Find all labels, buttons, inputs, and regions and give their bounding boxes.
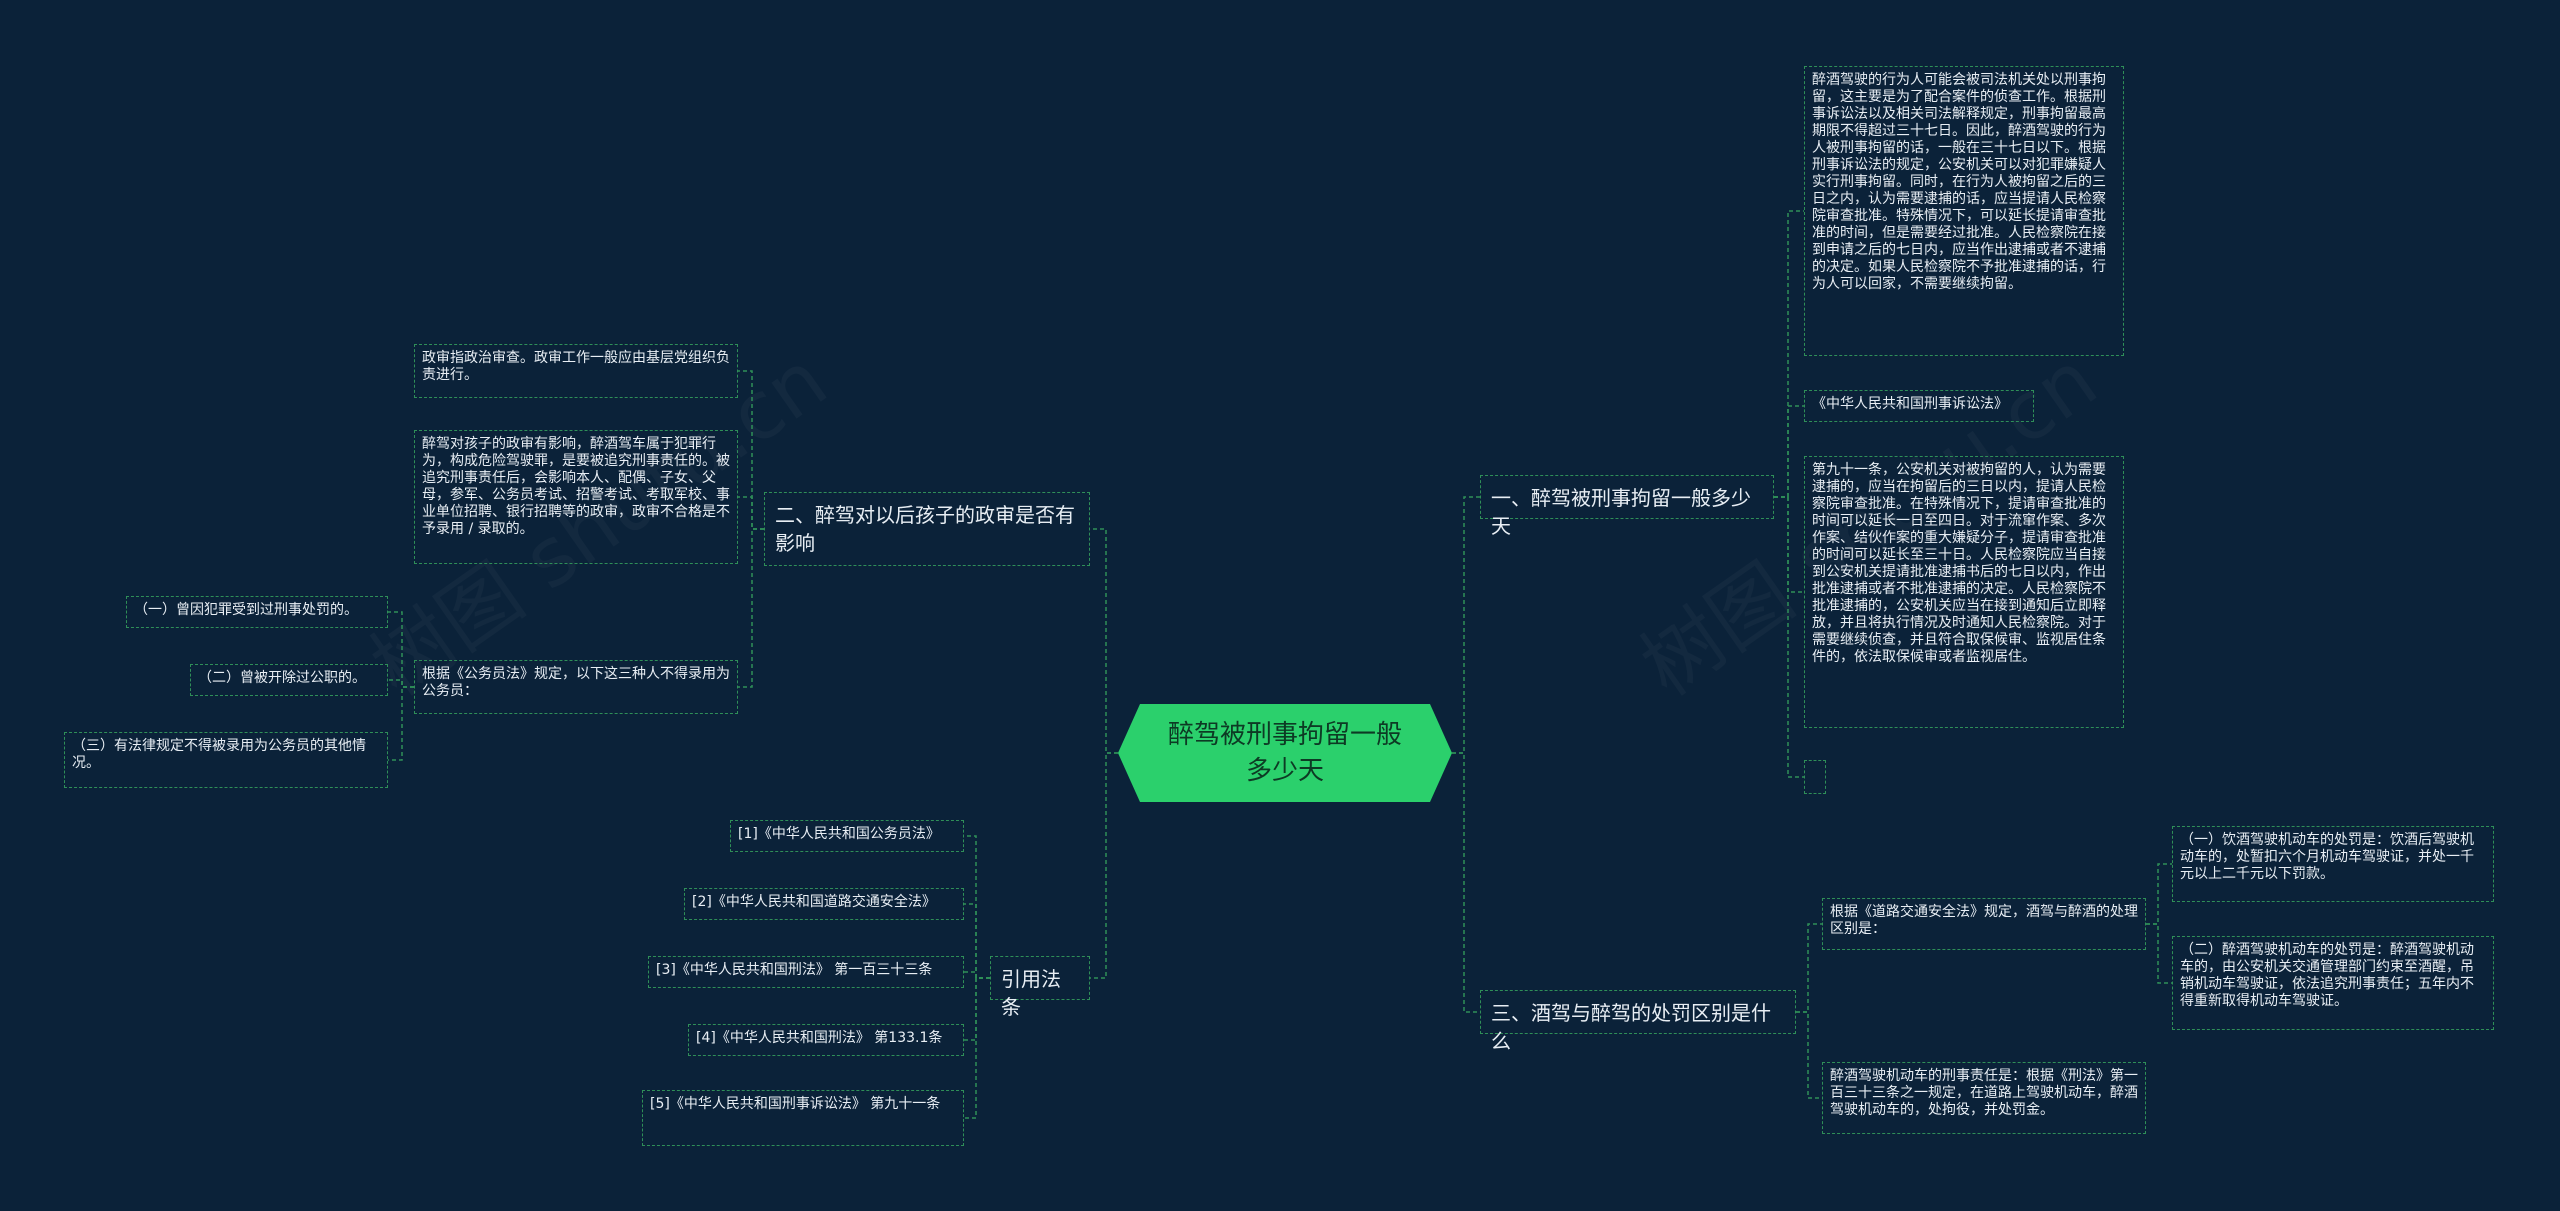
leaf-node[interactable]: （一）曾因犯罪受到过刑事处罚的。 bbox=[126, 596, 388, 628]
connector-line bbox=[1774, 405, 1804, 498]
leaf-node[interactable]: （二）曾被开除过公职的。 bbox=[190, 664, 388, 696]
connector-line bbox=[2146, 923, 2172, 984]
connector-line bbox=[1452, 752, 1480, 1013]
branch-node-3[interactable]: 三、酒驾与醉驾的处罚区别是什么 bbox=[1480, 990, 1796, 1053]
connector-line bbox=[388, 686, 414, 761]
connector-line bbox=[964, 835, 990, 979]
branch-node-4[interactable]: 引用法条 bbox=[990, 956, 1090, 1019]
connector-line bbox=[1796, 923, 1822, 1013]
connector-line bbox=[738, 496, 764, 530]
leaf-node[interactable]: 醉驾对孩子的政审有影响，醉酒驾车属于犯罪行为，构成危险驾驶罪，是要被追究刑事责任… bbox=[414, 430, 738, 564]
connector-line bbox=[1090, 752, 1118, 979]
connector-line bbox=[388, 679, 414, 688]
branch-node-2[interactable]: 二、醉驾对以后孩子的政审是否有影响 bbox=[764, 492, 1090, 566]
connector-line bbox=[2146, 863, 2172, 925]
leaf-node[interactable]: 醉酒驾驶机动车的刑事责任是：根据《刑法》第一百三十三条之一规定，在道路上驾驶机动… bbox=[1822, 1062, 2146, 1134]
leaf-node[interactable]: 《中华人民共和国刑事诉讼法》 bbox=[1804, 390, 2034, 422]
connector-line bbox=[964, 977, 990, 1041]
connector-line bbox=[1090, 528, 1118, 754]
reference-item[interactable]: [1]《中华人民共和国公务员法》 bbox=[730, 820, 964, 852]
reference-item[interactable]: [2]《中华人民共和国道路交通安全法》 bbox=[684, 888, 964, 920]
mid-node[interactable]: 根据《道路交通安全法》规定，酒驾与醉酒的处理区别是： bbox=[1822, 898, 2146, 950]
connector-line bbox=[964, 971, 990, 979]
connector-line bbox=[1774, 210, 1804, 498]
connector-line bbox=[964, 903, 990, 979]
reference-item[interactable]: [3]《中华人民共和国刑法》 第一百三十三条 bbox=[648, 956, 964, 988]
root-node[interactable]: 醉驾被刑事拘留一般多少天 bbox=[1118, 704, 1452, 802]
leaf-node[interactable]: （三）有法律规定不得被录用为公务员的其他情况。 bbox=[64, 732, 388, 788]
empty-leaf-node[interactable] bbox=[1804, 760, 1826, 794]
reference-item[interactable]: [4]《中华人民共和国刑法》 第133.1条 bbox=[688, 1024, 964, 1056]
reference-item[interactable]: [5]《中华人民共和国刑事诉讼法》 第九十一条 bbox=[642, 1090, 964, 1146]
connector-line bbox=[964, 977, 990, 1119]
connector-line bbox=[1774, 496, 1804, 778]
connector-line bbox=[388, 611, 414, 688]
leaf-node[interactable]: （一）饮酒驾驶机动车的处罚是：饮酒后驾驶机动车的，处暂扣六个月机动车驾驶证，并处… bbox=[2172, 826, 2494, 902]
connector-line bbox=[738, 370, 764, 530]
connector-line bbox=[1774, 496, 1804, 593]
branch-node-1[interactable]: 一、醉驾被刑事拘留一般多少天 bbox=[1480, 475, 1774, 538]
leaf-node[interactable]: 醉酒驾驶的行为人可能会被司法机关处以刑事拘留，这主要是为了配合案件的侦查工作。根… bbox=[1804, 66, 2124, 356]
connector-line bbox=[738, 528, 764, 688]
mindmap-canvas: 树图 shutu.cn 树图 shutu.cn 醉驾被刑事拘留一般多少天 一、醉… bbox=[0, 0, 2560, 1211]
leaf-node[interactable]: （二）醉酒驾驶机动车的处罚是：醉酒驾驶机动车的，由公安机关交通管理部门约束至酒醒… bbox=[2172, 936, 2494, 1030]
leaf-node[interactable]: 根据《公务员法》规定，以下这三种人不得录用为公务员： bbox=[414, 660, 738, 714]
connector-line bbox=[1452, 496, 1480, 754]
leaf-node[interactable]: 第九十一条，公安机关对被拘留的人，认为需要逮捕的，应当在拘留后的三日以内，提请人… bbox=[1804, 456, 2124, 728]
leaf-node[interactable]: 政审指政治审查。政审工作一般应由基层党组织负责进行。 bbox=[414, 344, 738, 398]
connector-line bbox=[1796, 1011, 1822, 1099]
